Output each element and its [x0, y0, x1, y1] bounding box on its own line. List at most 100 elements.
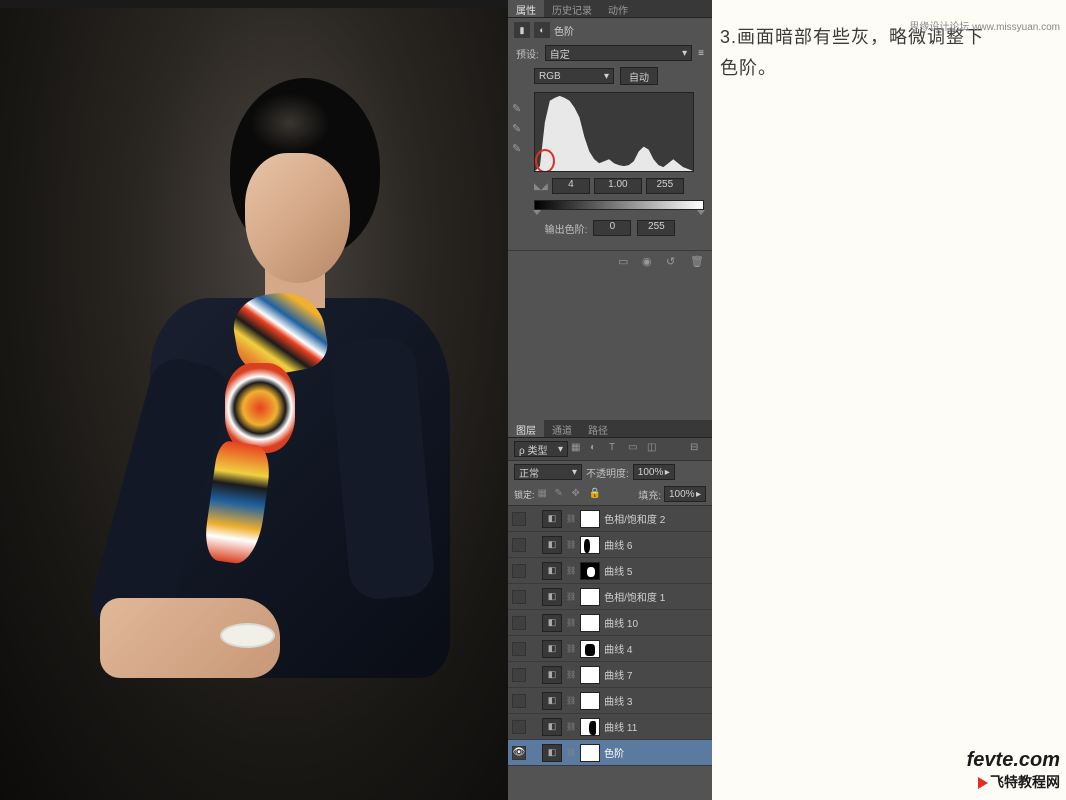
filter-toggle-icon[interactable]: ⊟ — [690, 442, 706, 456]
layers-list[interactable]: ◧⛓色相/饱和度 2◧⛓曲线 6◧⛓曲线 5◧⛓色相/饱和度 1◧⛓曲线 10◧… — [508, 506, 712, 766]
filter-type-dropdown[interactable]: ρ 类型▾ — [514, 441, 568, 457]
auto-button[interactable]: 自动 — [620, 67, 658, 85]
visibility-toggle[interactable] — [512, 642, 526, 656]
link-icon: ⛓ — [566, 592, 576, 601]
mask-thumb[interactable] — [580, 536, 600, 554]
eyedropper-white-icon[interactable]: ✎ — [512, 142, 526, 156]
visibility-toggle[interactable]: 👁 — [512, 746, 526, 760]
adjustment-thumb-icon: ◧ — [542, 510, 562, 528]
adjustment-type-label: 色阶 — [554, 23, 574, 38]
properties-tabs: 属性 历史记录 动作 — [508, 0, 712, 18]
tab-paths[interactable]: 路径 — [580, 420, 616, 437]
visibility-toggle[interactable] — [512, 616, 526, 630]
mask-mode-icon[interactable]: ◐ — [534, 22, 550, 38]
preset-label: 预设: — [516, 46, 539, 61]
layer-row[interactable]: ◧⛓曲线 5 — [508, 558, 712, 584]
layer-row[interactable]: ◧⛓曲线 6 — [508, 532, 712, 558]
layers-panel: 图层 通道 路径 ρ 类型▾ ▦ ◐ T ▭ ◫ ⊟ 正常▾ 不透明度: 100… — [508, 420, 712, 766]
mask-thumb[interactable] — [580, 614, 600, 632]
layer-row[interactable]: ◧⛓曲线 4 — [508, 636, 712, 662]
output-white-input[interactable]: 255 — [637, 220, 675, 236]
eyedropper-black-icon[interactable]: ✎ — [512, 102, 526, 116]
delete-icon[interactable]: 🗑 — [690, 255, 706, 269]
watermark-top: 思缘设计论坛 www.missyuan.com — [909, 18, 1060, 33]
adjustment-thumb-icon: ◧ — [542, 588, 562, 606]
right-panels: 属性 历史记录 动作 ▮ ◐ 色阶 预设: 自定▾ ≡ RGB▾ 自动 ✎ ✎ … — [508, 0, 712, 800]
layer-name-label: 曲线 5 — [604, 563, 708, 578]
adjustment-thumb-icon: ◧ — [542, 536, 562, 554]
visibility-toggle[interactable] — [512, 590, 526, 604]
tab-layers[interactable]: 图层 — [508, 420, 544, 437]
shadow-input[interactable]: 4 — [552, 178, 590, 194]
layer-row[interactable]: ◧⛓曲线 11 — [508, 714, 712, 740]
lock-all-icon[interactable]: 🔒 — [589, 488, 603, 500]
filter-type-icon[interactable]: T — [609, 442, 625, 456]
preset-dropdown[interactable]: 自定▾ — [545, 45, 692, 61]
highlight-input[interactable]: 255 — [646, 178, 684, 194]
mask-thumb[interactable] — [580, 692, 600, 710]
mask-thumb[interactable] — [580, 640, 600, 658]
fill-label: 填充: — [638, 487, 661, 502]
view-previous-icon[interactable]: ◉ — [642, 255, 658, 269]
wb-icon: ◣◢ — [534, 181, 548, 192]
layer-name-label: 曲线 7 — [604, 667, 708, 682]
visibility-toggle[interactable] — [512, 668, 526, 682]
adjustment-thumb-icon: ◧ — [542, 718, 562, 736]
link-icon: ⛓ — [566, 696, 576, 705]
layer-row[interactable]: ◧⛓曲线 10 — [508, 610, 712, 636]
lock-label: 锁定: — [514, 488, 535, 501]
visibility-toggle[interactable] — [512, 564, 526, 578]
filter-shape-icon[interactable]: ▭ — [628, 442, 644, 456]
tab-properties[interactable]: 属性 — [508, 0, 544, 17]
preset-menu-icon[interactable]: ≡ — [698, 48, 704, 59]
eyedropper-gray-icon[interactable]: ✎ — [512, 122, 526, 136]
tab-history[interactable]: 历史记录 — [544, 0, 600, 17]
watermark-bottom: fevte.com 飞特教程网 — [967, 749, 1060, 792]
link-icon: ⛓ — [566, 618, 576, 627]
layer-row[interactable]: ◧⛓色相/饱和度 2 — [508, 506, 712, 532]
reset-icon[interactable]: ↺ — [666, 255, 682, 269]
link-icon: ⛓ — [566, 722, 576, 731]
mask-thumb[interactable] — [580, 718, 600, 736]
annotation-circle — [535, 149, 555, 172]
link-icon: ⛓ — [566, 644, 576, 653]
fill-input[interactable]: 100%▸ — [664, 486, 706, 502]
layer-name-label: 色阶 — [604, 745, 708, 760]
layer-row[interactable]: ◧⛓曲线 7 — [508, 662, 712, 688]
visibility-toggle[interactable] — [512, 694, 526, 708]
tab-actions[interactable]: 动作 — [600, 0, 636, 17]
mask-thumb[interactable] — [580, 510, 600, 528]
input-gradient[interactable] — [534, 200, 704, 210]
layer-name-label: 曲线 3 — [604, 693, 708, 708]
visibility-toggle[interactable] — [512, 538, 526, 552]
layer-row[interactable]: ◧ ⛓ 曲线 3 — [508, 688, 712, 714]
lock-position-icon[interactable]: ✥ — [572, 488, 586, 500]
lock-transparency-icon[interactable]: ▦ — [538, 488, 552, 500]
layer-row[interactable]: 👁◧⛓色阶 — [508, 740, 712, 766]
visibility-toggle[interactable] — [512, 720, 526, 734]
clip-icon[interactable]: ▭ — [618, 255, 634, 269]
output-label: 输出色阶: — [545, 221, 588, 236]
visibility-toggle[interactable] — [512, 512, 526, 526]
mask-thumb[interactable] — [580, 562, 600, 580]
filter-adjust-icon[interactable]: ◐ — [590, 442, 606, 456]
mask-thumb[interactable] — [580, 666, 600, 684]
channel-dropdown[interactable]: RGB▾ — [534, 68, 614, 84]
filter-pixel-icon[interactable]: ▦ — [571, 442, 587, 456]
mask-thumb[interactable] — [580, 588, 600, 606]
blend-mode-dropdown[interactable]: 正常▾ — [514, 464, 582, 480]
tab-channels[interactable]: 通道 — [544, 420, 580, 437]
layer-name-label: 色相/饱和度 2 — [604, 511, 708, 526]
output-black-input[interactable]: 0 — [593, 220, 631, 236]
histogram-icon: ▮ — [514, 22, 530, 38]
lock-pixels-icon[interactable]: ✎ — [555, 488, 569, 500]
histogram-display[interactable] — [534, 92, 694, 172]
opacity-input[interactable]: 100%▸ — [633, 464, 675, 480]
mask-thumb[interactable] — [580, 744, 600, 762]
layer-row[interactable]: ◧⛓色相/饱和度 1 — [508, 584, 712, 610]
filter-smart-icon[interactable]: ◫ — [647, 442, 663, 456]
adjustment-thumb-icon: ◧ — [542, 666, 562, 684]
midtone-input[interactable]: 1.00 — [594, 178, 642, 194]
link-icon: ⛓ — [566, 566, 576, 575]
adjustment-thumb-icon: ◧ — [542, 692, 562, 710]
